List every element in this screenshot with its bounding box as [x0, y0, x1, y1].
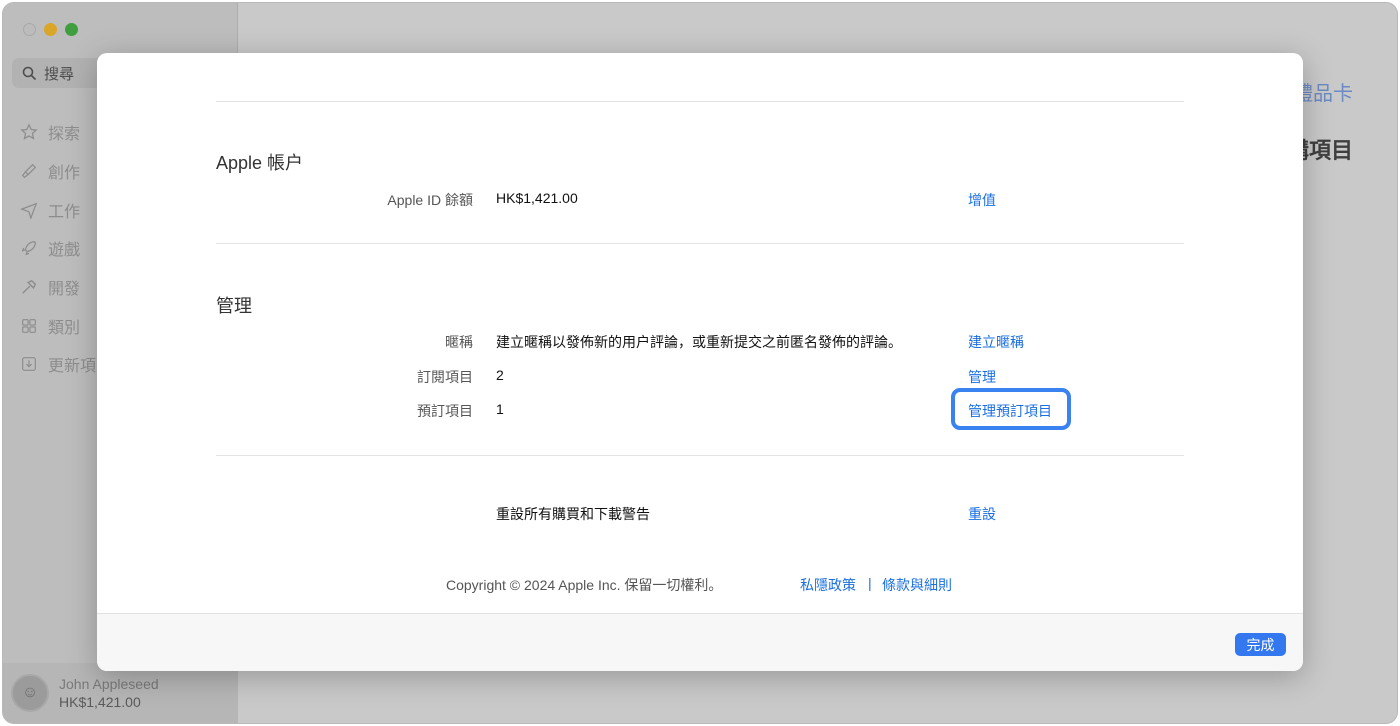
sidebar-item-discover[interactable]: 探索	[19, 113, 96, 152]
sidebar-item-develop[interactable]: 開發	[19, 268, 96, 307]
preorders-count: 1	[496, 401, 504, 417]
download-icon	[19, 354, 39, 374]
nickname-description: 建立暱稱以發佈新的用户評論，或重新提交之前匿名發佈的評論。	[496, 334, 902, 350]
create-nickname-link[interactable]: 建立暱稱	[968, 332, 1024, 352]
search-icon	[22, 66, 36, 80]
manage-preorders-link[interactable]: 管理預訂項目	[968, 401, 1052, 421]
search-placeholder: 搜尋	[44, 65, 75, 83]
brush-icon	[19, 161, 39, 181]
grid-icon	[19, 316, 39, 336]
star-icon	[19, 122, 39, 142]
section-title-apple-account: Apple 帳户	[216, 153, 304, 173]
avatar: ☺	[11, 674, 49, 712]
subscriptions-count: 2	[496, 367, 504, 383]
privacy-policy-link[interactable]: 私隱政策	[800, 575, 856, 595]
terms-link[interactable]: 條款與細則	[882, 575, 952, 595]
add-funds-link[interactable]: 增值	[968, 190, 996, 210]
sheet-bottom-bar: 完成	[97, 613, 1303, 671]
sidebar-item-label: 開發	[48, 281, 81, 299]
sidebar-item-updates[interactable]: 更新項	[19, 345, 96, 384]
preorders-label: 預訂項目	[417, 403, 473, 419]
sidebar-item-create[interactable]: 創作	[19, 152, 96, 191]
window-controls	[23, 23, 78, 36]
sidebar-item-categories[interactable]: 類別	[19, 306, 96, 345]
divider	[216, 243, 1184, 244]
subscriptions-label: 訂閱項目	[417, 369, 473, 385]
sidebar-nav: 探索 創作 工作 遊戲 開發 類別 更新項	[19, 113, 96, 384]
sidebar-item-games[interactable]: 遊戲	[19, 229, 96, 268]
maximize-window-button[interactable]	[65, 23, 78, 36]
sidebar-item-work[interactable]: 工作	[19, 190, 96, 229]
user-name: John Appleseed	[59, 676, 159, 692]
close-window-button[interactable]	[23, 23, 36, 36]
account-settings-sheet: Apple 帳户 Apple ID 餘額 HK$1,421.00 增值 管理 暱…	[97, 53, 1303, 671]
section-title-manage: 管理	[216, 296, 252, 316]
divider	[216, 455, 1184, 456]
account-button[interactable]: ☺ John Appleseed HK$1,421.00	[3, 663, 238, 723]
sidebar-item-label: 工作	[48, 203, 81, 221]
sidebar-item-label: 更新項	[48, 358, 97, 376]
footer-separator: |	[868, 575, 872, 591]
done-button[interactable]: 完成	[1235, 633, 1286, 656]
nickname-label: 暱稱	[445, 334, 473, 350]
sidebar-item-label: 遊戲	[48, 242, 81, 260]
sidebar-item-label: 創作	[48, 165, 81, 183]
sidebar-item-label: 類別	[48, 319, 81, 337]
minimize-window-button[interactable]	[44, 23, 57, 36]
hammer-icon	[19, 277, 39, 297]
rocket-icon	[19, 238, 39, 258]
balance-value: HK$1,421.00	[496, 190, 578, 206]
manage-subscriptions-link[interactable]: 管理	[968, 367, 996, 387]
sidebar-item-label: 探索	[48, 126, 81, 144]
reset-warnings-text: 重設所有購買和下載警告	[496, 506, 650, 522]
copyright-text: Copyright © 2024 Apple Inc. 保留一切權利。	[446, 577, 723, 593]
balance-label: Apple ID 餘額	[387, 192, 473, 208]
user-balance: HK$1,421.00	[59, 694, 141, 710]
reset-link[interactable]: 重設	[968, 504, 996, 524]
paper-plane-icon	[19, 200, 39, 220]
divider	[216, 101, 1184, 102]
